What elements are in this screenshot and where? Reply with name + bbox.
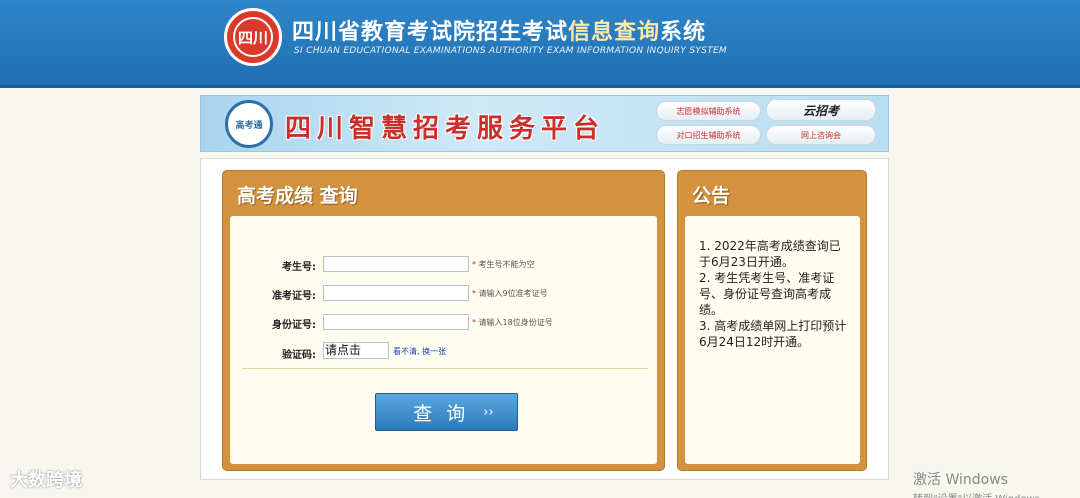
announcement-body: 1. 2022年高考成绩查询已于6月23日开通。 2. 考生凭考生号、准考证号、…: [685, 216, 860, 464]
watermark: 大数跨境: [10, 470, 82, 491]
banner-title: 四川智慧招考服务平台: [285, 114, 606, 144]
activate-title: 激活 Windows: [913, 472, 1008, 488]
vocational-admission-button[interactable]: 对口招生辅助系统: [656, 125, 761, 145]
candidate-number-row: 考生号: * 考生号不能为空: [230, 256, 657, 274]
announcement-item: 1. 2022年高考成绩查询已于6月23日开通。: [699, 239, 841, 269]
captcha-row: 验证码: 请点击 看不清, 换一张: [230, 342, 657, 362]
captcha-input[interactable]: 请点击: [323, 342, 389, 359]
query-form: 考生号: * 考生号不能为空 准考证号: * 请输入9位准考证号 身份证号: *…: [230, 216, 657, 464]
activate-subtitle: 转到"设置"以激活 Windows。: [913, 490, 1050, 498]
candidate-number-label: 考生号:: [282, 262, 316, 273]
cloud-exam-button[interactable]: 云招考: [766, 99, 876, 121]
site-title-main: 四川省教育考试院招生考试: [292, 20, 569, 45]
seal-text: 四川: [233, 17, 273, 57]
admission-ticket-row: 准考证号: * 请输入9位准考证号: [230, 285, 657, 303]
admission-ticket-hint: * 请输入9位准考证号: [472, 289, 548, 298]
site-title-accent: 信息查询: [568, 20, 661, 45]
admission-ticket-input[interactable]: [323, 285, 469, 301]
main-frame: 高考成绩 查询 考生号: * 考生号不能为空 准考证号: * 请输入9位准考证号…: [200, 158, 889, 480]
exam-authority-seal-icon: 四川: [224, 8, 282, 66]
announcement-panel: 公告 1. 2022年高考成绩查询已于6月23日开通。 2. 考生凭考生号、准考…: [677, 170, 867, 471]
candidate-number-hint: * 考生号不能为空: [472, 260, 535, 269]
announcement-item: 3. 高考成绩单网上打印预计6月24日12时开通。: [699, 319, 847, 349]
query-submit-button[interactable]: 查询 ››: [375, 393, 518, 431]
online-consultation-button[interactable]: 网上咨询会: [766, 125, 876, 145]
captcha-label: 验证码:: [282, 350, 316, 361]
candidate-number-input[interactable]: [323, 256, 469, 272]
id-card-label: 身份证号:: [272, 320, 316, 331]
id-card-hint: * 请输入18位身份证号: [472, 318, 553, 327]
site-title: 四川省教育考试院招生考试信息查询系统: [292, 14, 706, 46]
windows-activation-notice: 激活 Windows 转到"设置"以激活 Windows。: [913, 469, 1050, 498]
announcement-list: 1. 2022年高考成绩查询已于6月23日开通。 2. 考生凭考生号、准考证号、…: [699, 238, 848, 350]
query-panel-title: 高考成绩 查询: [237, 185, 358, 207]
captcha-refresh-link[interactable]: 看不清, 换一张: [393, 346, 446, 357]
announcement-title: 公告: [692, 185, 731, 207]
id-card-input[interactable]: [323, 314, 469, 330]
smart-exam-banner[interactable]: 高考通 四川智慧招考服务平台 志愿模拟辅助系统 对口招生辅助系统 云招考 网上咨…: [200, 95, 889, 152]
announcement-item: 2. 考生凭考生号、准考证号、身份证号查询高考成绩。: [699, 271, 835, 317]
site-subtitle: SI CHUAN EDUCATIONAL EXAMINATIONS AUTHOR…: [294, 46, 727, 56]
admission-ticket-label: 准考证号:: [272, 291, 316, 302]
volunteer-simulation-button[interactable]: 志愿模拟辅助系统: [656, 101, 761, 121]
score-query-panel: 高考成绩 查询 考生号: * 考生号不能为空 准考证号: * 请输入9位准考证号…: [222, 170, 665, 471]
form-divider: [242, 368, 648, 369]
double-chevron-right-icon: ››: [483, 404, 494, 420]
gaokaotong-logo-icon: 高考通: [225, 100, 273, 148]
site-header: 四川 四川省教育考试院招生考试信息查询系统 SI CHUAN EDUCATION…: [0, 0, 1080, 88]
submit-label: 查询: [413, 402, 480, 425]
id-card-row: 身份证号: * 请输入18位身份证号: [230, 314, 657, 332]
site-title-tail: 系统: [660, 20, 707, 45]
